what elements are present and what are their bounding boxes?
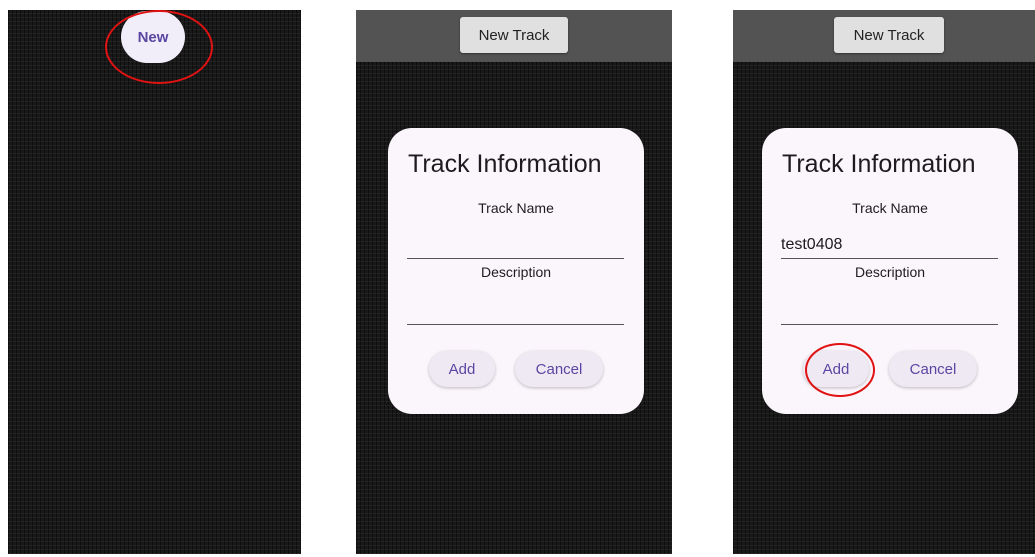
new-button[interactable]: New (121, 11, 185, 63)
description-label: Description (480, 264, 552, 280)
new-track-button[interactable]: New Track (460, 17, 568, 53)
screen-new-track-dialog-filled: New Track Track Information Track Name t… (733, 10, 1035, 554)
track-name-input[interactable] (407, 231, 624, 259)
screen-new-track-dialog-empty: New Track Track Information Track Name D… (356, 10, 672, 554)
track-info-dialog: Track Information Track Name Description… (388, 128, 644, 414)
new-track-button[interactable]: New Track (834, 17, 944, 53)
cancel-button[interactable]: Cancel (889, 351, 977, 387)
description-input[interactable] (781, 297, 998, 325)
top-bar: New Track (733, 10, 1035, 62)
screen-main: New (8, 10, 301, 554)
track-info-dialog: Track Information Track Name test0408 De… (762, 128, 1018, 414)
dialog-title: Track Information (408, 150, 602, 178)
dialog-title: Track Information (782, 150, 976, 178)
track-name-input[interactable]: test0408 (781, 231, 998, 259)
cancel-button[interactable]: Cancel (515, 351, 603, 387)
track-name-label: Track Name (852, 200, 928, 216)
track-name-label: Track Name (478, 200, 554, 216)
description-input[interactable] (407, 297, 624, 325)
add-button[interactable]: Add (429, 351, 495, 387)
top-bar: New Track (356, 10, 672, 62)
description-label: Description (854, 264, 926, 280)
add-button[interactable]: Add (803, 351, 869, 387)
